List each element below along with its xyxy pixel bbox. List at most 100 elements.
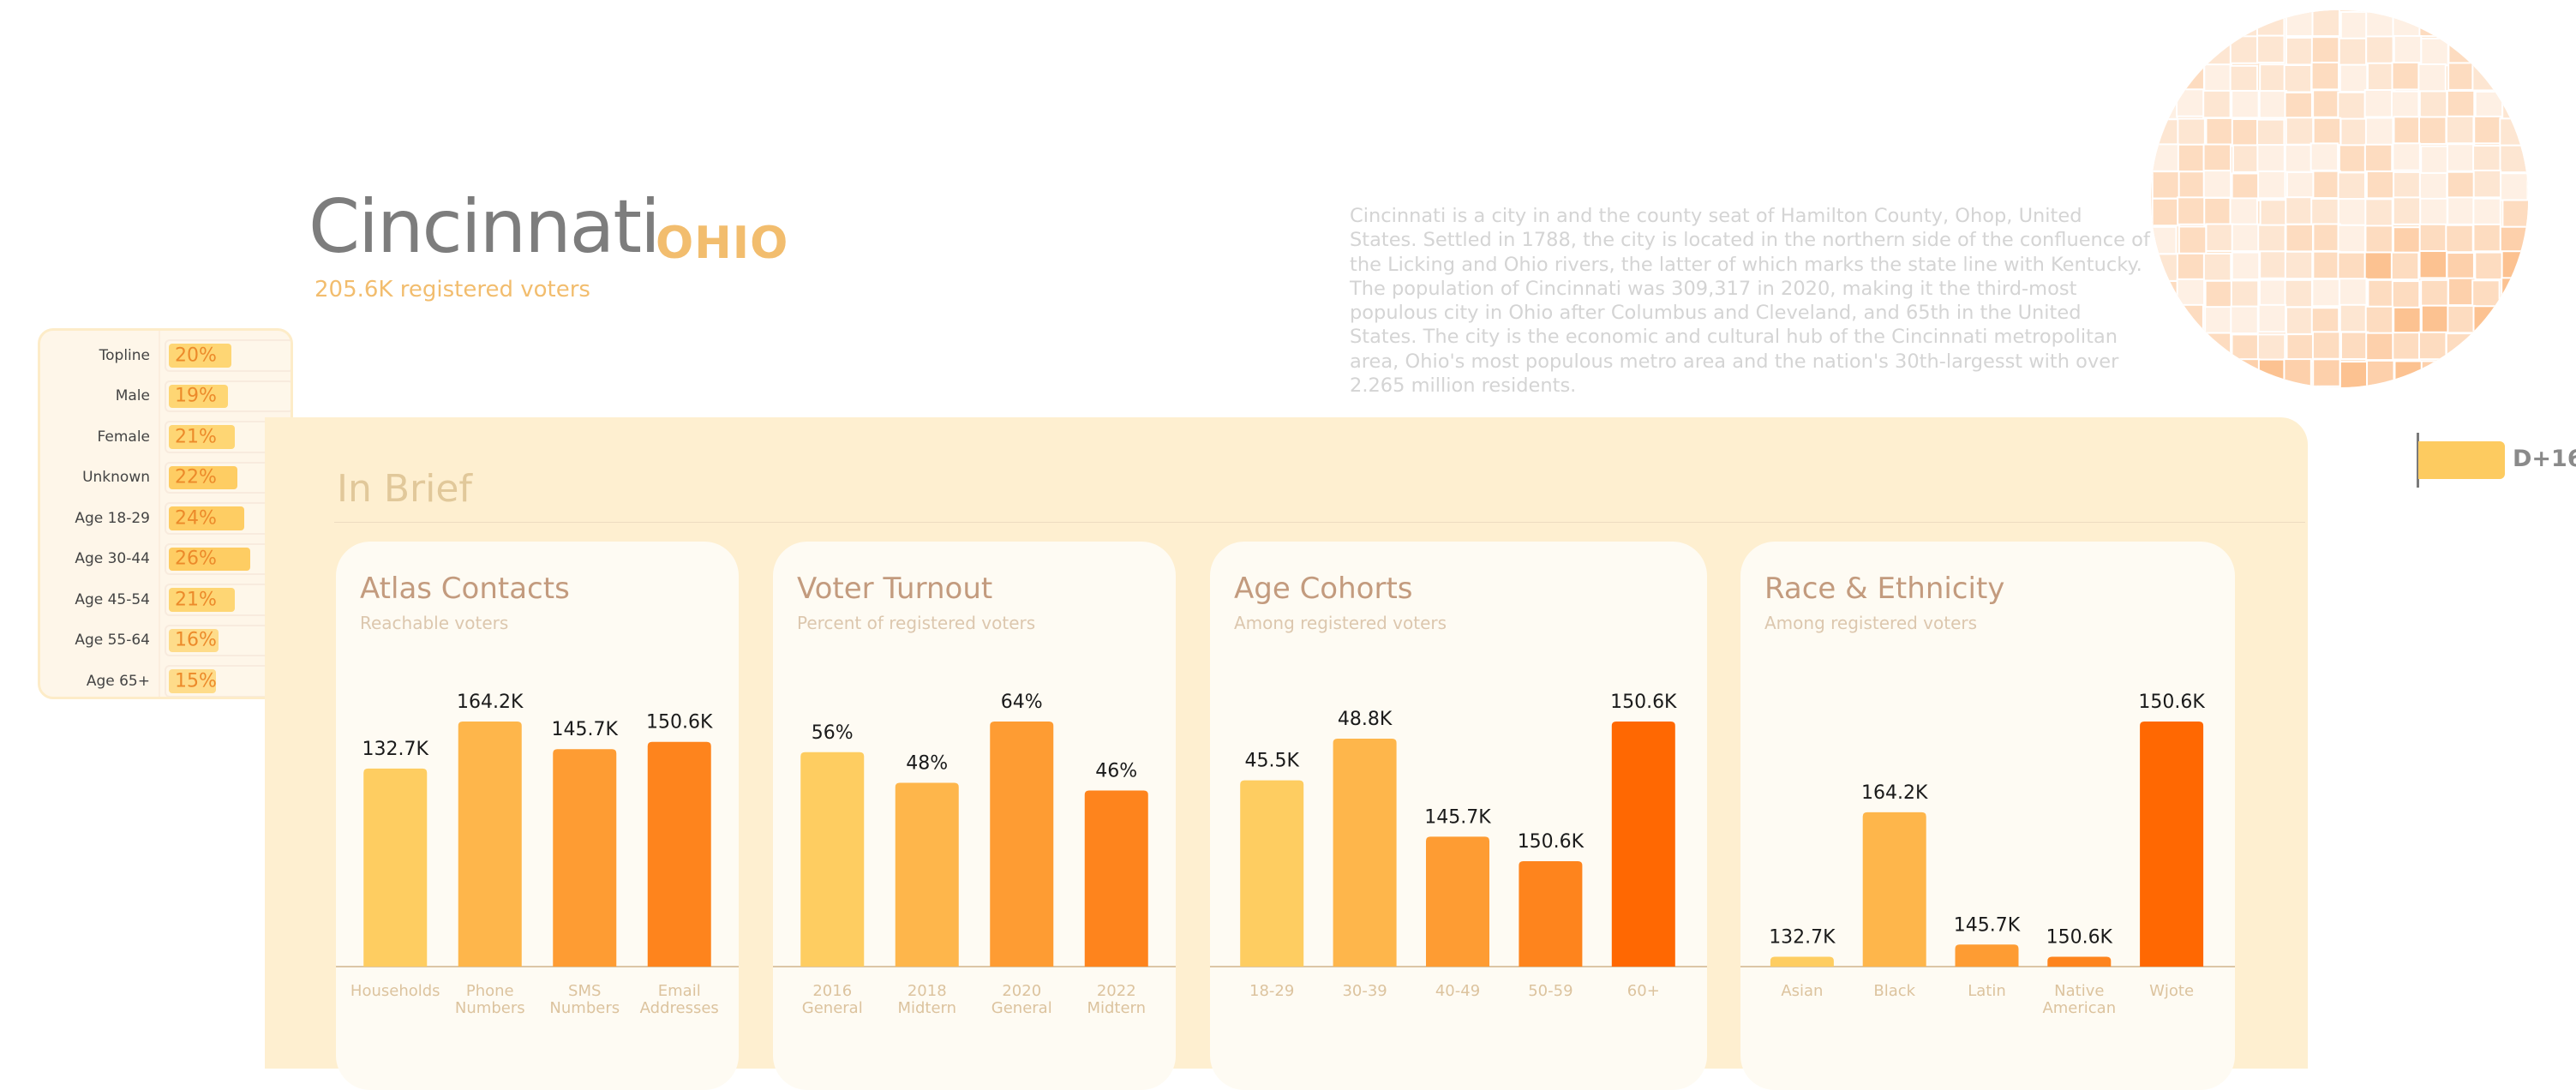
bar-value-label: 56% [812, 722, 854, 744]
county-region [2472, 145, 2501, 174]
county-region [2447, 304, 2476, 334]
county-region [2364, 198, 2393, 227]
county-region [2420, 360, 2450, 387]
bar-group[interactable]: 150.6K Wjote [2138, 692, 2205, 1000]
county-map-icon[interactable] [2151, 10, 2528, 387]
bar[interactable] [1333, 739, 1397, 967]
row-label: Age 18-29 [75, 509, 150, 527]
bar-group[interactable]: 145.7K 40-49 [1424, 806, 1491, 1000]
county-region [2339, 303, 2369, 333]
county-region [2445, 224, 2474, 254]
sidebar-row[interactable]: Female 21% [40, 416, 291, 458]
bar[interactable] [1611, 722, 1675, 967]
bar[interactable] [1519, 861, 1583, 967]
bar[interactable] [800, 752, 865, 967]
bar-group[interactable]: 64% 2020 General [990, 692, 1054, 1017]
sidebar-row[interactable]: Topline 20% [40, 335, 291, 376]
bar-group[interactable]: 145.7K Latin [1954, 914, 2021, 1000]
county-region [2311, 331, 2341, 360]
bar[interactable] [2047, 956, 2112, 967]
county-region [2151, 91, 2178, 120]
county-region [2178, 334, 2208, 363]
county-region [2151, 10, 2179, 37]
county-region [2446, 171, 2476, 201]
county-region [2204, 306, 2233, 335]
category-label: Native American [2042, 982, 2116, 1017]
county-region [2420, 145, 2449, 174]
county-region [2151, 280, 2180, 309]
bar[interactable] [1240, 780, 1304, 967]
card-title: Atlas Contacts [360, 572, 570, 606]
county-region [2310, 307, 2340, 336]
county-region [2258, 90, 2288, 119]
county-region [2176, 252, 2206, 282]
card-subtitle: Among registered voters [1234, 613, 1447, 633]
county-region [2256, 34, 2285, 64]
county-region [2498, 331, 2528, 361]
bar-value-label: 164.2K [1861, 782, 1928, 804]
row-value: 19% [175, 385, 217, 407]
bar[interactable] [363, 768, 428, 967]
bar-group[interactable]: 132.7K Asian [1769, 927, 1836, 1000]
row-label: Age 55-64 [75, 632, 150, 650]
bar[interactable] [2140, 722, 2204, 967]
row-label: Age 30-44 [75, 550, 150, 568]
county-region [2500, 172, 2528, 201]
bar-group[interactable]: 56% 2016 General [800, 722, 865, 1017]
bar[interactable] [1770, 956, 1834, 967]
county-region [2229, 197, 2258, 226]
bar[interactable] [990, 722, 1054, 967]
sidebar-row[interactable]: Male 19% [40, 376, 291, 417]
sidebar-row[interactable]: Age 65+ 15% [40, 661, 291, 697]
sidebar-row[interactable]: Unknown 22% [40, 458, 291, 499]
bar[interactable] [1426, 836, 1489, 967]
county-region [2338, 37, 2368, 67]
county-region [2231, 118, 2261, 147]
bar-group[interactable]: 132.7K Households [350, 739, 440, 1000]
county-region [2337, 251, 2366, 281]
sidebar-row[interactable]: Age 45-54 21% [40, 579, 291, 620]
bar[interactable] [553, 749, 617, 967]
county-region [2499, 10, 2528, 38]
county-region [2205, 223, 2234, 252]
county-region [2447, 62, 2477, 91]
bar[interactable] [1955, 944, 2019, 967]
bar-group[interactable]: 150.6K 60+ [1610, 692, 1677, 1000]
bar-group[interactable]: 150.6K Email Addresses [640, 712, 719, 1017]
bar[interactable] [1084, 790, 1148, 967]
county-region [2472, 197, 2501, 227]
row-bar: 19% [169, 384, 229, 408]
sidebar-row[interactable]: Age 30-44 26% [40, 539, 291, 580]
county-region [2257, 224, 2286, 254]
bar-group[interactable]: 145.7K SMS Numbers [549, 719, 620, 1017]
bar-group[interactable]: 150.6K Native American [2042, 927, 2116, 1017]
county-region [2499, 307, 2528, 336]
bar[interactable] [647, 741, 711, 967]
bar-group[interactable]: 46% 2022 Midtern [1084, 760, 1148, 1017]
county-region [2177, 117, 2206, 147]
row-value: 21% [175, 426, 217, 448]
category-label: 18-29 [1249, 982, 1294, 1000]
county-region [2177, 196, 2206, 225]
row-bar: 26% [169, 547, 250, 571]
sidebar-row[interactable]: Age 18-29 24% [40, 498, 291, 539]
row-bar: 21% [169, 425, 235, 449]
bar-group[interactable]: 150.6K 50-59 [1518, 831, 1585, 1000]
bar-group[interactable]: 45.5K 18-29 [1240, 751, 1304, 1000]
bar[interactable] [1862, 812, 1926, 967]
bar[interactable] [458, 722, 522, 967]
city-description: Cincinnati is a city in and the county s… [1350, 205, 2150, 398]
bar[interactable] [895, 782, 959, 967]
bar-group[interactable]: 48% 2018 Midtern [895, 753, 959, 1018]
county-region [2151, 225, 2178, 255]
card-title: Voter Turnout [797, 572, 993, 606]
bar-group[interactable]: 164.2K Phone Numbers [455, 692, 525, 1017]
county-region [2257, 303, 2287, 333]
county-region [2473, 36, 2503, 66]
county-region [2393, 171, 2422, 201]
county-region [2285, 37, 2315, 66]
sidebar-row[interactable]: Age 55-64 16% [40, 620, 291, 662]
county-region [2472, 305, 2501, 334]
county-region [2392, 226, 2422, 255]
bar-group[interactable]: 48.8K 30-39 [1333, 709, 1397, 1000]
